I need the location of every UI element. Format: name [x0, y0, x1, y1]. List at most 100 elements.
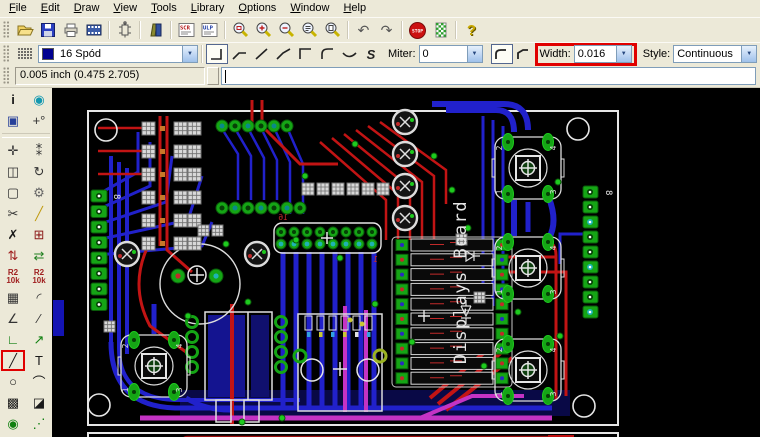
dropdown-arrow-icon[interactable]: ▼ — [741, 46, 757, 62]
layer-color-swatch — [42, 48, 54, 60]
show-tool[interactable]: ◉ — [27, 89, 51, 110]
bend-style-45-start-button[interactable] — [272, 44, 294, 64]
undo-button[interactable]: ↶ — [352, 20, 375, 41]
mark-tool[interactable]: +° — [27, 110, 51, 131]
svg-text:2: 2 — [495, 145, 504, 150]
offboard-copper — [53, 300, 64, 336]
zoom-in-button[interactable] — [252, 20, 275, 41]
paste-tool[interactable]: ╱ — [27, 203, 51, 224]
zoom-select-button[interactable] — [298, 20, 321, 41]
width-label: Width: — [539, 48, 571, 60]
gateswap-tool[interactable]: ⇄ — [27, 245, 51, 266]
route-tool[interactable]: ∟ — [1, 329, 25, 350]
add-tool[interactable]: ⊞ — [27, 224, 51, 245]
optimize-tool[interactable]: ∕ — [27, 308, 51, 329]
miter-round-button[interactable] — [490, 44, 513, 64]
menu-options[interactable]: Options — [231, 1, 283, 16]
menu-tools[interactable]: Tools — [144, 1, 184, 16]
menu-draw[interactable]: Draw — [67, 1, 107, 16]
smash-tool[interactable]: ▦ — [1, 287, 25, 308]
chip-symbol-icon — [118, 21, 131, 38]
dropdown-arrow-icon[interactable]: ▼ — [615, 46, 631, 62]
help-icon: ? — [466, 21, 477, 39]
rect-tool[interactable]: ▩ — [1, 392, 25, 413]
svg-text:1: 1 — [495, 189, 504, 194]
zoom-redraw-button[interactable] — [321, 20, 344, 41]
cut-tool[interactable]: ✂ — [1, 203, 25, 224]
name-tool[interactable]: R2 10k — [1, 266, 25, 287]
value-tool[interactable]: R2 10k — [27, 266, 51, 287]
miter-select[interactable]: 0 ▼ — [418, 45, 483, 63]
signal-tool[interactable]: ⋰ — [27, 413, 51, 434]
zoom-out-button[interactable] — [275, 20, 298, 41]
zoom-select-icon — [302, 22, 318, 37]
menu-library[interactable]: Library — [184, 1, 232, 16]
bend-45-end-icon — [231, 52, 246, 60]
stop-button[interactable]: STOP — [406, 20, 429, 41]
bend-style-45-end-button[interactable] — [228, 44, 250, 64]
rotate-tool[interactable]: ↻ — [27, 161, 51, 182]
miter-straight-button[interactable] — [513, 44, 535, 64]
style-select[interactable]: Continuous ▼ — [673, 45, 758, 63]
menu-help[interactable]: Help — [336, 1, 373, 16]
split-tool[interactable]: ∠ — [1, 308, 25, 329]
menu-view[interactable]: View — [106, 1, 144, 16]
ratsnest-button[interactable] — [429, 20, 452, 41]
bend-style-s-button[interactable]: S — [360, 44, 382, 64]
grid-button[interactable] — [13, 44, 36, 65]
circle-tool[interactable]: ○ — [1, 371, 25, 392]
eagle-board-editor-window: File Edit Draw View Tools Library Options Windo… — [0, 0, 760, 437]
group-tool[interactable]: ▢ — [1, 182, 25, 203]
dropdown-arrow-icon[interactable]: ▼ — [182, 46, 197, 62]
text-tool[interactable]: T — [27, 350, 51, 371]
display-layers-tool[interactable]: ▣ — [1, 110, 25, 131]
width-select[interactable]: 0.016 ▼ — [573, 45, 632, 63]
svg-text:STOP: STOP — [412, 28, 423, 34]
info-tool[interactable]: i — [1, 89, 25, 110]
command-line[interactable] — [221, 67, 756, 85]
bend-style-arc-shallow-button[interactable] — [338, 44, 360, 64]
toolbar-drag-handle[interactable] — [3, 67, 10, 85]
dropdown-arrow-icon[interactable]: ▼ — [466, 46, 482, 62]
undo-icon: ↶ — [357, 21, 370, 38]
scr-file-icon: SCR — [178, 23, 195, 37]
drawing-canvas[interactable]: 16 1 8 8 2 4 1 3 2 4 1 3 2 4 1 3 2 4 1 3… — [52, 88, 760, 437]
print-button[interactable] — [59, 20, 82, 41]
command-input[interactable] — [222, 68, 755, 84]
menu-edit[interactable]: Edit — [34, 1, 67, 16]
bend-style-90-button[interactable] — [206, 44, 228, 64]
bend-style-straight-button[interactable] — [250, 44, 272, 64]
script-button[interactable]: SCR — [175, 20, 198, 41]
library-button[interactable] — [144, 20, 167, 41]
copy-tool[interactable]: ⁑ — [27, 140, 51, 161]
open-board-schematic-button[interactable] — [113, 20, 136, 41]
wire-tool[interactable]: ╱ — [1, 350, 25, 371]
arc-tool[interactable]: ⌒ — [27, 371, 51, 392]
menu-window[interactable]: Window — [283, 1, 336, 16]
export-image-button[interactable] — [82, 20, 105, 41]
delete-tool[interactable]: ✗ — [1, 224, 25, 245]
toolbar-drag-handle[interactable] — [3, 45, 10, 63]
mirror-tool[interactable]: ◫ — [1, 161, 25, 182]
change-tool[interactable]: ⚙ — [27, 182, 51, 203]
save-button[interactable] — [36, 20, 59, 41]
layer-select[interactable]: 16 Spód ▼ — [38, 45, 198, 63]
toolbar-drag-handle[interactable] — [3, 21, 10, 39]
redo-button[interactable]: ↷ — [375, 20, 398, 41]
help-button[interactable]: ? — [460, 20, 483, 41]
move-tool[interactable]: ✛ — [1, 140, 25, 161]
menu-file[interactable]: File — [2, 1, 34, 16]
via-tool[interactable]: ◉ — [1, 413, 25, 434]
open-button[interactable] — [13, 20, 36, 41]
svg-text:2: 2 — [495, 347, 504, 352]
polygon-tool[interactable]: ◪ — [27, 392, 51, 413]
bend-style-90-start-button[interactable] — [294, 44, 316, 64]
zoom-fit-button[interactable] — [229, 20, 252, 41]
pinswap-tool[interactable]: ⇅ — [1, 245, 25, 266]
miter-tool[interactable]: ◜ — [27, 287, 51, 308]
ulp-button[interactable]: ULP — [198, 20, 221, 41]
tool-palette: i ◉ ▣ +° ✛ ⁑ ◫ ↻ ▢ ⚙ ✂ ╱ ✗ ⊞ ⇅ ⇄ R2 10k R2 10k ▦ ◜ ∠ ∕ ∟ ↗ ╱ T ○ ⌒ ▩… — [0, 88, 52, 437]
ripup-tool[interactable]: ↗ — [27, 329, 51, 350]
bend-style-arc-button[interactable] — [316, 44, 338, 64]
coordinate-mode-button[interactable] — [207, 67, 219, 85]
